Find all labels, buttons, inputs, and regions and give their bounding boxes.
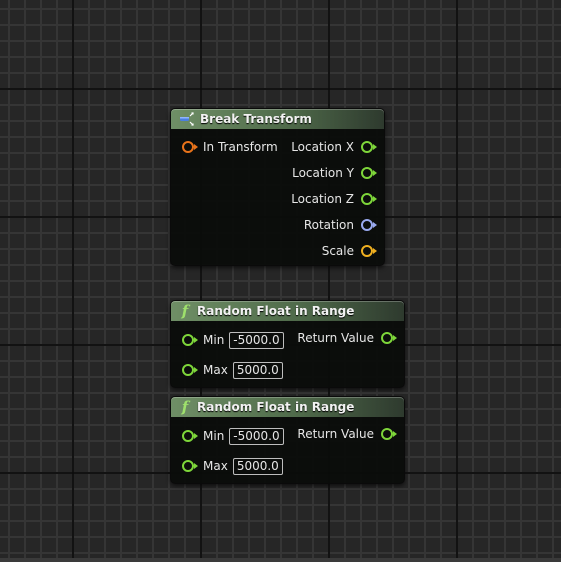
rotator-pin-icon[interactable] [361,219,377,231]
pin-max[interactable]: Max 5000.0 [182,361,283,379]
pin-label: Min [203,429,225,443]
float-pin-icon[interactable] [182,460,198,472]
pin-rotation[interactable]: Rotation [303,216,377,234]
pin-max[interactable]: Max 5000.0 [182,457,283,475]
pin-label: Max [203,459,228,473]
function-icon: f [181,398,189,416]
pin-label: Max [203,363,228,377]
pin-label: Return Value [297,427,374,441]
pin-return-value[interactable]: Return Value [297,425,397,443]
min-value-field[interactable]: -5000.0 [229,427,284,445]
pin-label: Min [203,333,225,347]
pin-min[interactable]: Min -5000.0 [182,427,284,445]
graph-bottom-border [0,558,561,562]
pin-label: Location Y [292,166,354,180]
break-struct-icon [179,112,195,126]
float-pin-icon[interactable] [381,332,397,344]
float-pin-icon[interactable] [361,167,377,179]
pin-label: In Transform [203,140,278,154]
pin-min[interactable]: Min -5000.0 [182,331,284,349]
node-title: Random Float in Range [197,400,355,414]
float-pin-icon[interactable] [361,141,377,153]
transform-pin-icon[interactable] [182,141,198,153]
float-pin-icon[interactable] [182,334,198,346]
pin-location-x[interactable]: Location X [291,138,377,156]
pin-location-z[interactable]: Location Z [291,190,377,208]
node-header[interactable]: f Random Float in Range [171,397,404,417]
function-icon: f [181,302,189,320]
node-title: Break Transform [200,112,312,126]
float-pin-icon[interactable] [381,428,397,440]
float-pin-icon[interactable] [182,430,198,442]
pin-location-y[interactable]: Location Y [292,164,377,182]
max-value-field[interactable]: 5000.0 [232,457,283,475]
float-pin-icon[interactable] [361,193,377,205]
random-float-in-range-node[interactable]: f Random Float in Range Min -5000.0 Max … [170,396,405,484]
pin-label: Scale [321,244,354,258]
node-header[interactable]: f Random Float in Range [171,301,404,321]
pin-label: Return Value [297,331,374,345]
node-header[interactable]: Break Transform [171,109,384,129]
max-value-field[interactable]: 5000.0 [232,361,283,379]
pin-label: Location X [291,140,354,154]
pin-scale[interactable]: Scale [321,242,377,260]
node-title: Random Float in Range [197,304,355,318]
pin-in-transform[interactable]: In Transform [182,138,278,156]
float-pin-icon[interactable] [182,364,198,376]
pin-label: Location Z [291,192,354,206]
vector-pin-icon[interactable] [361,245,377,257]
pin-label: Rotation [303,218,354,232]
pin-return-value[interactable]: Return Value [297,329,397,347]
random-float-in-range-node[interactable]: f Random Float in Range Min -5000.0 Max … [170,300,405,388]
min-value-field[interactable]: -5000.0 [229,331,284,349]
break-transform-node[interactable]: Break Transform In Transform Location X … [170,108,385,266]
